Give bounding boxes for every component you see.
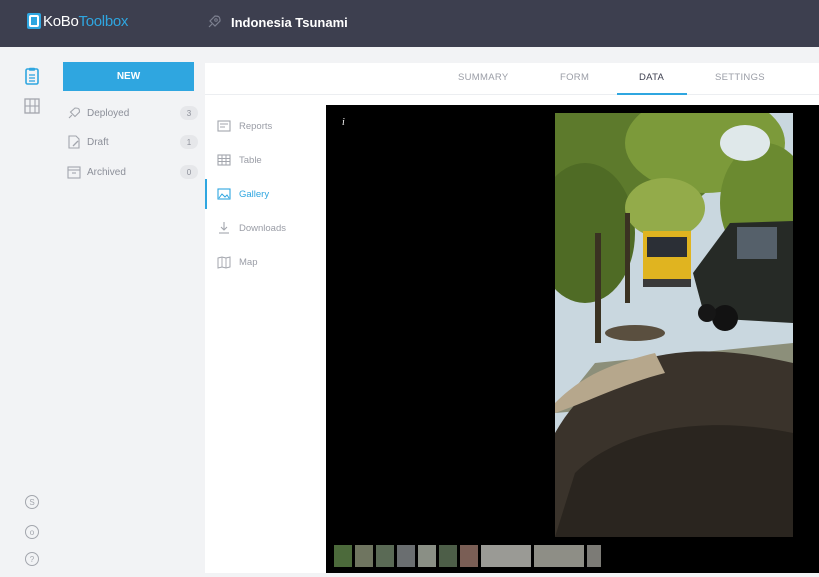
gallery-thumbnail[interactable] (460, 545, 478, 567)
gallery-thumbnail[interactable] (397, 545, 415, 567)
draft-edit-icon (68, 135, 80, 149)
subnav-item-label: Map (239, 256, 258, 268)
sidebar-item-label: Draft (87, 136, 109, 148)
gallery-thumbnail[interactable] (355, 545, 373, 567)
tab-form[interactable]: FORM (560, 72, 589, 83)
projects-sidebar: NEW Deployed 3 Draft 1 Archived 0 (52, 47, 204, 577)
library-grid-icon[interactable] (24, 97, 40, 115)
subnav-item-table[interactable]: Table (205, 145, 325, 175)
subnav-item-label: Gallery (239, 188, 270, 200)
count-badge: 1 (180, 135, 198, 149)
subnav-item-gallery[interactable]: Gallery (205, 179, 325, 209)
sidebar-item-label: Archived (87, 166, 126, 178)
github-icon[interactable]: o (25, 525, 39, 539)
gallery-main-photo[interactable] (555, 113, 793, 537)
help-support-icon[interactable]: S (25, 495, 39, 509)
sidebar-item-archived[interactable]: Archived 0 (66, 162, 198, 182)
project-title: Indonesia Tsunami (231, 14, 348, 30)
gallery-thumbnail[interactable] (534, 545, 584, 567)
subnav-item-reports[interactable]: Reports (205, 111, 325, 141)
subnav-item-downloads[interactable]: Downloads (205, 213, 325, 243)
kobotoolbox-logo[interactable]: KoBo Toolbox (27, 10, 128, 32)
table-icon (217, 154, 231, 166)
projects-clipboard-icon[interactable] (24, 67, 40, 85)
logo-text-primary: KoBo (43, 12, 79, 30)
subnav-item-label: Table (239, 154, 262, 166)
gallery-viewer: i (326, 105, 819, 573)
project-header: Indonesia Tsunami (205, 13, 348, 31)
subnav-item-map[interactable]: Map (205, 247, 325, 277)
gallery-thumbnail[interactable] (334, 545, 352, 567)
subnav-item-label: Downloads (239, 222, 286, 234)
subnav-item-label: Reports (239, 120, 273, 132)
project-main-panel: SUMMARY FORM DATA SETTINGS Reports Table (205, 63, 819, 573)
info-icon[interactable]: i (342, 117, 345, 128)
new-project-button[interactable]: NEW (63, 62, 194, 91)
map-icon (217, 256, 231, 269)
gallery-thumbnail[interactable] (439, 545, 457, 567)
logo-text-secondary: Toolbox (78, 12, 129, 30)
gallery-thumbnail[interactable] (481, 545, 531, 567)
data-subnav: Reports Table Gallery Downloads Map (205, 105, 325, 573)
sidebar-item-draft[interactable]: Draft 1 (66, 132, 198, 152)
gallery-thumbnail[interactable] (376, 545, 394, 567)
sidebar-item-label: Deployed (87, 107, 130, 119)
question-help-icon[interactable]: ? (25, 552, 39, 566)
reports-icon (217, 120, 231, 132)
tab-data[interactable]: DATA (639, 72, 664, 83)
count-badge: 3 (180, 106, 198, 120)
download-icon (219, 222, 229, 234)
project-tabs: SUMMARY FORM DATA SETTINGS (205, 63, 819, 95)
rocket-icon (68, 107, 81, 119)
tab-settings[interactable]: SETTINGS (715, 72, 765, 83)
archive-box-icon (67, 166, 81, 179)
gallery-icon (217, 188, 231, 200)
gallery-thumbnail[interactable] (587, 545, 601, 567)
tab-summary[interactable]: SUMMARY (458, 72, 509, 83)
count-badge: 0 (180, 165, 198, 179)
active-tab-indicator (617, 93, 687, 95)
sidebar-item-deployed[interactable]: Deployed 3 (66, 103, 198, 123)
rocket-icon (208, 15, 221, 28)
gallery-thumbnail[interactable] (418, 545, 436, 567)
gallery-thumbnail-strip (334, 545, 601, 567)
top-bar: KoBo Toolbox Indonesia Tsunami (0, 0, 819, 47)
kobo-logo-icon (27, 13, 41, 29)
left-rail: S o ? (0, 47, 52, 577)
